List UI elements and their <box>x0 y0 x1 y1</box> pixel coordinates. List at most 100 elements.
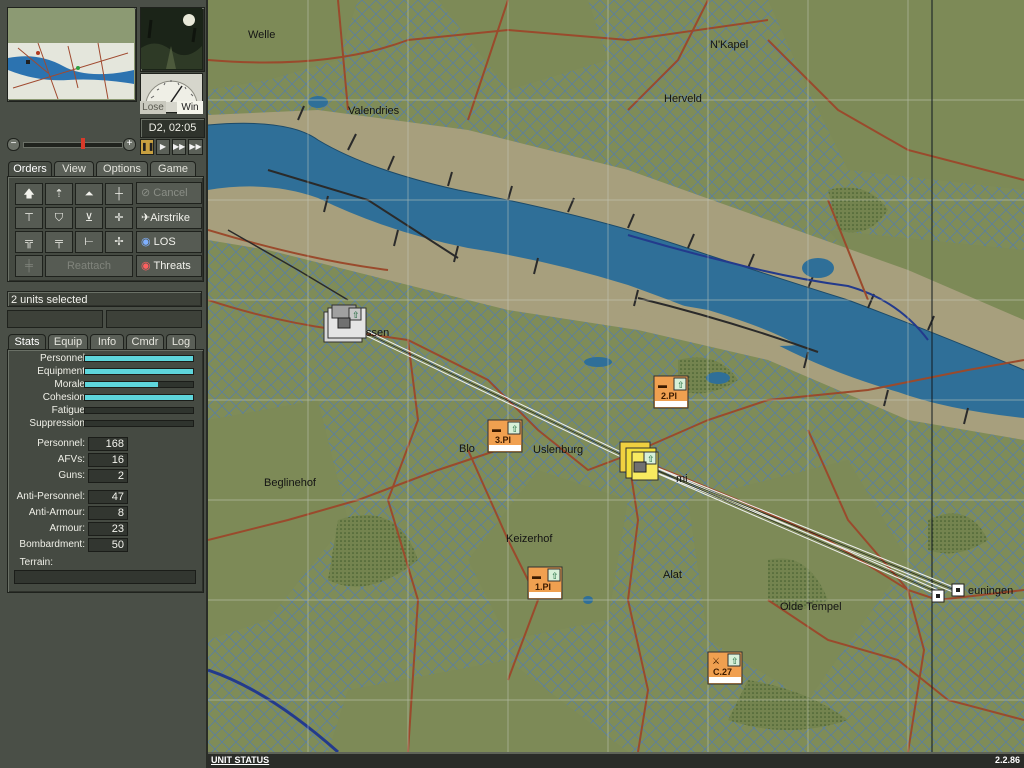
value-box: 50 <box>88 538 128 552</box>
reattach-button[interactable]: Reattach <box>45 255 133 277</box>
unit-name-box <box>7 310 103 328</box>
value-label: Anti-Armour: <box>28 507 85 518</box>
value-box: 168 <box>88 437 128 451</box>
fastest-button[interactable]: ▶▶ <box>188 139 203 155</box>
lose-label: Lose <box>140 101 166 114</box>
up-arrow-icon: ⇧ <box>511 424 519 434</box>
place-beglinehof: Beglinehof <box>264 477 317 489</box>
cancel-button[interactable]: ⊘ Cancel <box>136 182 202 204</box>
control-panel: Lose Win D2, 02:05 − + ❚❚ ▶ ▶▶ ▶▶ Orders… <box>0 0 208 768</box>
objective-marker[interactable] <box>951 583 965 597</box>
assault-button[interactable]: ⊤ <box>15 207 43 229</box>
minimap[interactable] <box>7 7 137 102</box>
victory-gauge-dial <box>145 80 198 103</box>
airstrike-icon: ✈ <box>141 212 151 224</box>
move-fast-button[interactable]: 🡅 <box>15 183 43 205</box>
tab-orders[interactable]: Orders <box>8 161 52 176</box>
eye-icon: ◉ <box>141 236 151 248</box>
dig-in-button[interactable]: ╤ <box>45 231 73 253</box>
infantry-icon: ▬ <box>658 380 667 390</box>
stat-label-fatigue: Fatigue <box>51 405 85 416</box>
cancel-label: Cancel <box>153 187 188 199</box>
unit-counter-c-27[interactable]: ⇧ ⚔ C.27 <box>707 651 743 685</box>
stat-bar-personnel <box>84 355 194 362</box>
unit-counter-3-pl[interactable]: ⇧ ▬ 3.Pl <box>487 419 523 453</box>
selected-unit-stack[interactable]: ⇧ <box>323 304 367 343</box>
slider-thumb[interactable] <box>81 138 85 149</box>
defend-button[interactable]: ✛ <box>105 207 133 229</box>
stat-bar-cohesion <box>84 394 194 401</box>
fast-forward-icon: ▶▶ <box>173 142 186 151</box>
tab-options[interactable]: Options <box>96 161 148 176</box>
play-button[interactable]: ▶ <box>156 139 170 155</box>
threats-button[interactable]: ◉ Threats <box>136 255 202 277</box>
attack-button[interactable]: ⛉ <box>45 207 73 229</box>
tactical-map[interactable]: Welle Valendries N'Kapel Herveld Blo Usl… <box>208 0 1024 752</box>
up-arrow-icon: ⇧ <box>352 310 360 320</box>
detach-button[interactable]: ╪ <box>15 255 43 277</box>
value-label: Anti-Personnel: <box>16 491 85 502</box>
pause-icon: ❚❚ <box>141 142 155 151</box>
tab-cmdr[interactable]: Cmdr <box>126 334 164 349</box>
airstrike-button[interactable]: ✈Airstrike <box>136 207 202 229</box>
tab-view[interactable]: View <box>54 161 94 176</box>
unit-type-box <box>106 310 202 328</box>
objective-marker[interactable] <box>931 589 945 603</box>
minimap-graphic <box>8 8 134 100</box>
tab-equip[interactable]: Equip <box>48 334 88 349</box>
plus-icon[interactable]: + <box>123 138 136 151</box>
place-mi: mi <box>676 473 688 485</box>
orders-panel: 🡅 ⇡ ⏶ ┼ ⊘ Cancel ⊤ ⛉ ⊻ ✛ ✈Airstrike ╦ ╤ … <box>7 176 204 282</box>
stat-bar-fatigue <box>84 407 194 414</box>
tab-info[interactable]: Info <box>90 334 124 349</box>
minus-icon[interactable]: − <box>7 138 20 151</box>
tab-stats[interactable]: Stats <box>8 334 46 349</box>
stat-bar-fill <box>85 369 193 374</box>
value-box: 8 <box>88 506 128 520</box>
rest-button[interactable]: ⊢ <box>75 231 103 253</box>
tab-game[interactable]: Game <box>150 161 196 176</box>
unit-counter-1-pl[interactable]: ⇧ ▬ 1.Pl <box>527 566 563 600</box>
stat-bar-suppression <box>84 420 194 427</box>
bombard-button[interactable]: ✢ <box>105 231 133 253</box>
threats-label: Threats <box>153 260 191 272</box>
value-label: Armour: <box>49 523 85 534</box>
los-button[interactable]: ◉ LOS <box>136 231 202 253</box>
pause-button[interactable]: ❚❚ <box>140 139 154 155</box>
move-cautious-button[interactable]: ⏶ <box>75 183 103 205</box>
infantry-icon: ▬ <box>532 571 541 581</box>
tab-log[interactable]: Log <box>166 334 196 349</box>
terrain-value-box <box>14 570 196 584</box>
value-box: 23 <box>88 522 128 536</box>
place-uslenburg: Uslenburg <box>533 444 583 456</box>
deploy-button[interactable]: ┼ <box>105 183 133 205</box>
slider-track[interactable] <box>23 142 123 148</box>
stat-label-morale: Morale <box>54 379 85 390</box>
cancel-icon: ⊘ <box>141 187 151 199</box>
arrow-up-icon: 🡅 <box>23 188 35 200</box>
threat-eye-icon: ◉ <box>141 260 151 272</box>
stat-label-cohesion: Cohesion <box>42 392 85 403</box>
up-arrow-icon: ⇧ <box>647 454 655 464</box>
fast-forward-button[interactable]: ▶▶ <box>172 139 186 155</box>
move-button[interactable]: ⇡ <box>45 183 73 205</box>
play-icon: ▶ <box>159 142 167 151</box>
place-valendries: Valendries <box>348 105 400 117</box>
time-slider[interactable]: − + <box>7 137 136 151</box>
stats-panel: Personnel Equipment Morale Cohesion Fatigue S… <box>7 349 204 593</box>
crosshair-icon: ┼ <box>115 188 123 200</box>
win-label: Win <box>177 101 203 114</box>
value-box: 16 <box>88 453 128 467</box>
chevron-up-icon: ⏶ <box>84 188 94 200</box>
terrain-label: Terrain: <box>19 557 53 568</box>
unit-tabs: Stats Equip Info Cmdr Log <box>6 334 202 349</box>
map-canvas[interactable]: Welle Valendries N'Kapel Herveld Blo Usl… <box>208 0 1024 752</box>
hold-button[interactable]: ╦ <box>15 231 43 253</box>
unit-label: C.27 <box>713 667 732 677</box>
unit-counter-2-pl[interactable]: ⇧ ▬ 2.Pl <box>653 375 689 409</box>
up-arrow-icon: ⇧ <box>551 571 559 581</box>
probe-button[interactable]: ⊻ <box>75 207 103 229</box>
value-label: Personnel: <box>37 438 85 449</box>
selected-unit-stack-yellow[interactable]: ⇧ <box>619 441 659 481</box>
place-euningen: euningen <box>968 585 1013 597</box>
